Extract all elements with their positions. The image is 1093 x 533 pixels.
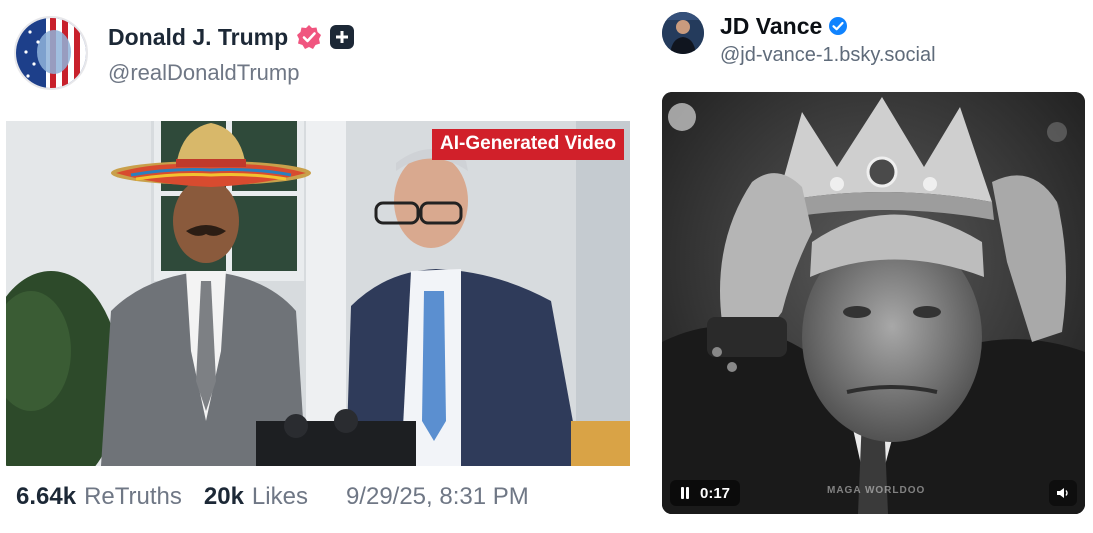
truth-social-post: Donald J. Trump @realDonaldTrump AI-Gene… <box>0 0 648 533</box>
author-row: JD Vance <box>720 12 848 40</box>
likes-label: Likes <box>251 483 308 510</box>
retruths-stat[interactable]: 6.64k ReTruths <box>16 483 182 511</box>
post-video[interactable]: AI-Generated Video <box>6 121 630 466</box>
author-name[interactable]: JD Vance <box>720 13 822 40</box>
author-name[interactable]: Donald J. Trump <box>108 24 288 51</box>
ai-generated-label: AI-Generated Video <box>432 129 624 160</box>
likes-stat[interactable]: 20k Likes <box>204 483 308 511</box>
author-handle[interactable]: @realDonaldTrump <box>108 60 299 86</box>
video-playback-controls[interactable]: 0:17 <box>670 480 741 506</box>
avatar[interactable] <box>14 16 88 90</box>
bluesky-post: JD Vance @jd-vance-1.bsky.social MAGA WO… <box>648 0 1093 533</box>
avatar[interactable] <box>662 12 704 54</box>
truth-plus-icon <box>330 25 355 49</box>
video-watermark: MAGA WORLDOO <box>827 485 926 496</box>
post-header: Donald J. Trump @realDonaldTrump <box>14 16 634 92</box>
pause-icon[interactable] <box>680 487 690 499</box>
volume-button[interactable] <box>1049 480 1077 506</box>
video-time: 0:17 <box>700 484 731 502</box>
post-timestamp[interactable]: 9/29/25, 8:31 PM <box>346 483 529 511</box>
video-frame-image <box>662 92 1085 514</box>
video-frame-image <box>6 121 630 466</box>
likes-count: 20k <box>203 483 244 510</box>
retruths-count: 6.64k <box>16 483 77 510</box>
verified-badge-icon <box>296 24 322 50</box>
post-stats: 6.64k ReTruths 20k Likes 9/29/25, 8:31 PM <box>16 480 529 514</box>
post-video[interactable]: MAGA WORLDOO 0:17 <box>662 92 1085 514</box>
author-handle[interactable]: @jd-vance-1.bsky.social <box>720 44 936 67</box>
retruths-label: ReTruths <box>84 483 182 510</box>
author-row: Donald J. Trump <box>108 22 355 52</box>
verified-check-icon <box>828 16 848 36</box>
volume-icon <box>1057 488 1068 498</box>
